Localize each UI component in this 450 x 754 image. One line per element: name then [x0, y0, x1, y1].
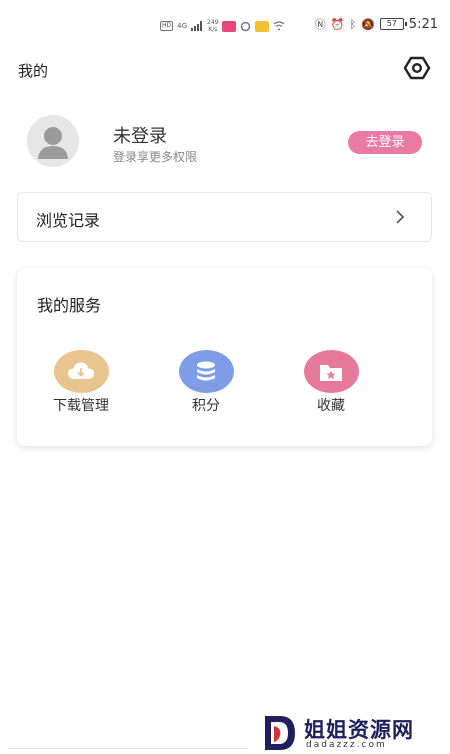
nfc-icon: Ⓝ: [314, 18, 326, 31]
alarm-icon: ⏰: [330, 17, 345, 31]
default-user-icon: [38, 127, 68, 159]
browsing-history-row[interactable]: 浏览记录: [17, 192, 432, 242]
cloud-download-icon: [53, 350, 109, 393]
net-speed-unit: K/s: [208, 26, 218, 33]
service-points[interactable]: 积分: [166, 350, 246, 415]
services-title: 我的服务: [37, 296, 102, 315]
login-button[interactable]: 去登录: [348, 131, 422, 154]
ring-icon: [241, 21, 251, 31]
battery-icon: 57: [379, 18, 407, 30]
page-title: 我的: [18, 62, 49, 80]
service-label: 收藏: [317, 398, 345, 414]
service-download-manager[interactable]: 下载管理: [41, 350, 121, 415]
settings-button[interactable]: [402, 54, 432, 82]
signal-icon: [191, 21, 203, 31]
bluetooth-icon: ᛒ: [349, 17, 357, 31]
login-hint: 登录享更多权限: [113, 150, 198, 164]
message-app-icon: [255, 20, 270, 32]
status-bar: HD 4G 249 K/s Ⓝ ⏰ ᛒ 🔕 57 5:21: [0, 0, 450, 50]
clock: 5:21: [408, 16, 438, 32]
watermark: 姐姐资源网 dadazzz.com: [262, 712, 446, 754]
browsing-history-label: 浏览记录: [36, 211, 101, 230]
coin-stack-icon: [178, 350, 234, 393]
hd-badge: HD: [160, 21, 174, 31]
my-services-card: 我的服务 下载管理 积分 收藏: [17, 268, 432, 446]
chevron-right-icon: [396, 210, 405, 224]
notification-app-icon: [222, 20, 237, 32]
status-bar-left: HD 4G 249 K/s: [160, 19, 285, 33]
watermark-url: dadazzz.com: [306, 740, 387, 750]
signal-label: 4G: [177, 22, 188, 30]
settings-icon: [403, 56, 431, 80]
service-label: 下载管理: [53, 398, 109, 414]
watermark-logo-icon: [265, 716, 295, 750]
status-bar-right: Ⓝ ⏰ ᛒ 🔕 57 5:21: [315, 16, 438, 32]
net-speed-value: 249: [207, 19, 219, 26]
mute-icon: 🔕: [361, 17, 375, 31]
bottom-divider: [8, 748, 248, 749]
wifi-icon: [274, 21, 285, 31]
net-speed: 249 K/s: [207, 19, 218, 33]
username: 未登录: [113, 126, 167, 147]
avatar[interactable]: [27, 115, 79, 167]
service-favorites[interactable]: 收藏: [291, 350, 371, 415]
star-folder-icon: [303, 350, 359, 393]
service-label: 积分: [192, 398, 220, 414]
